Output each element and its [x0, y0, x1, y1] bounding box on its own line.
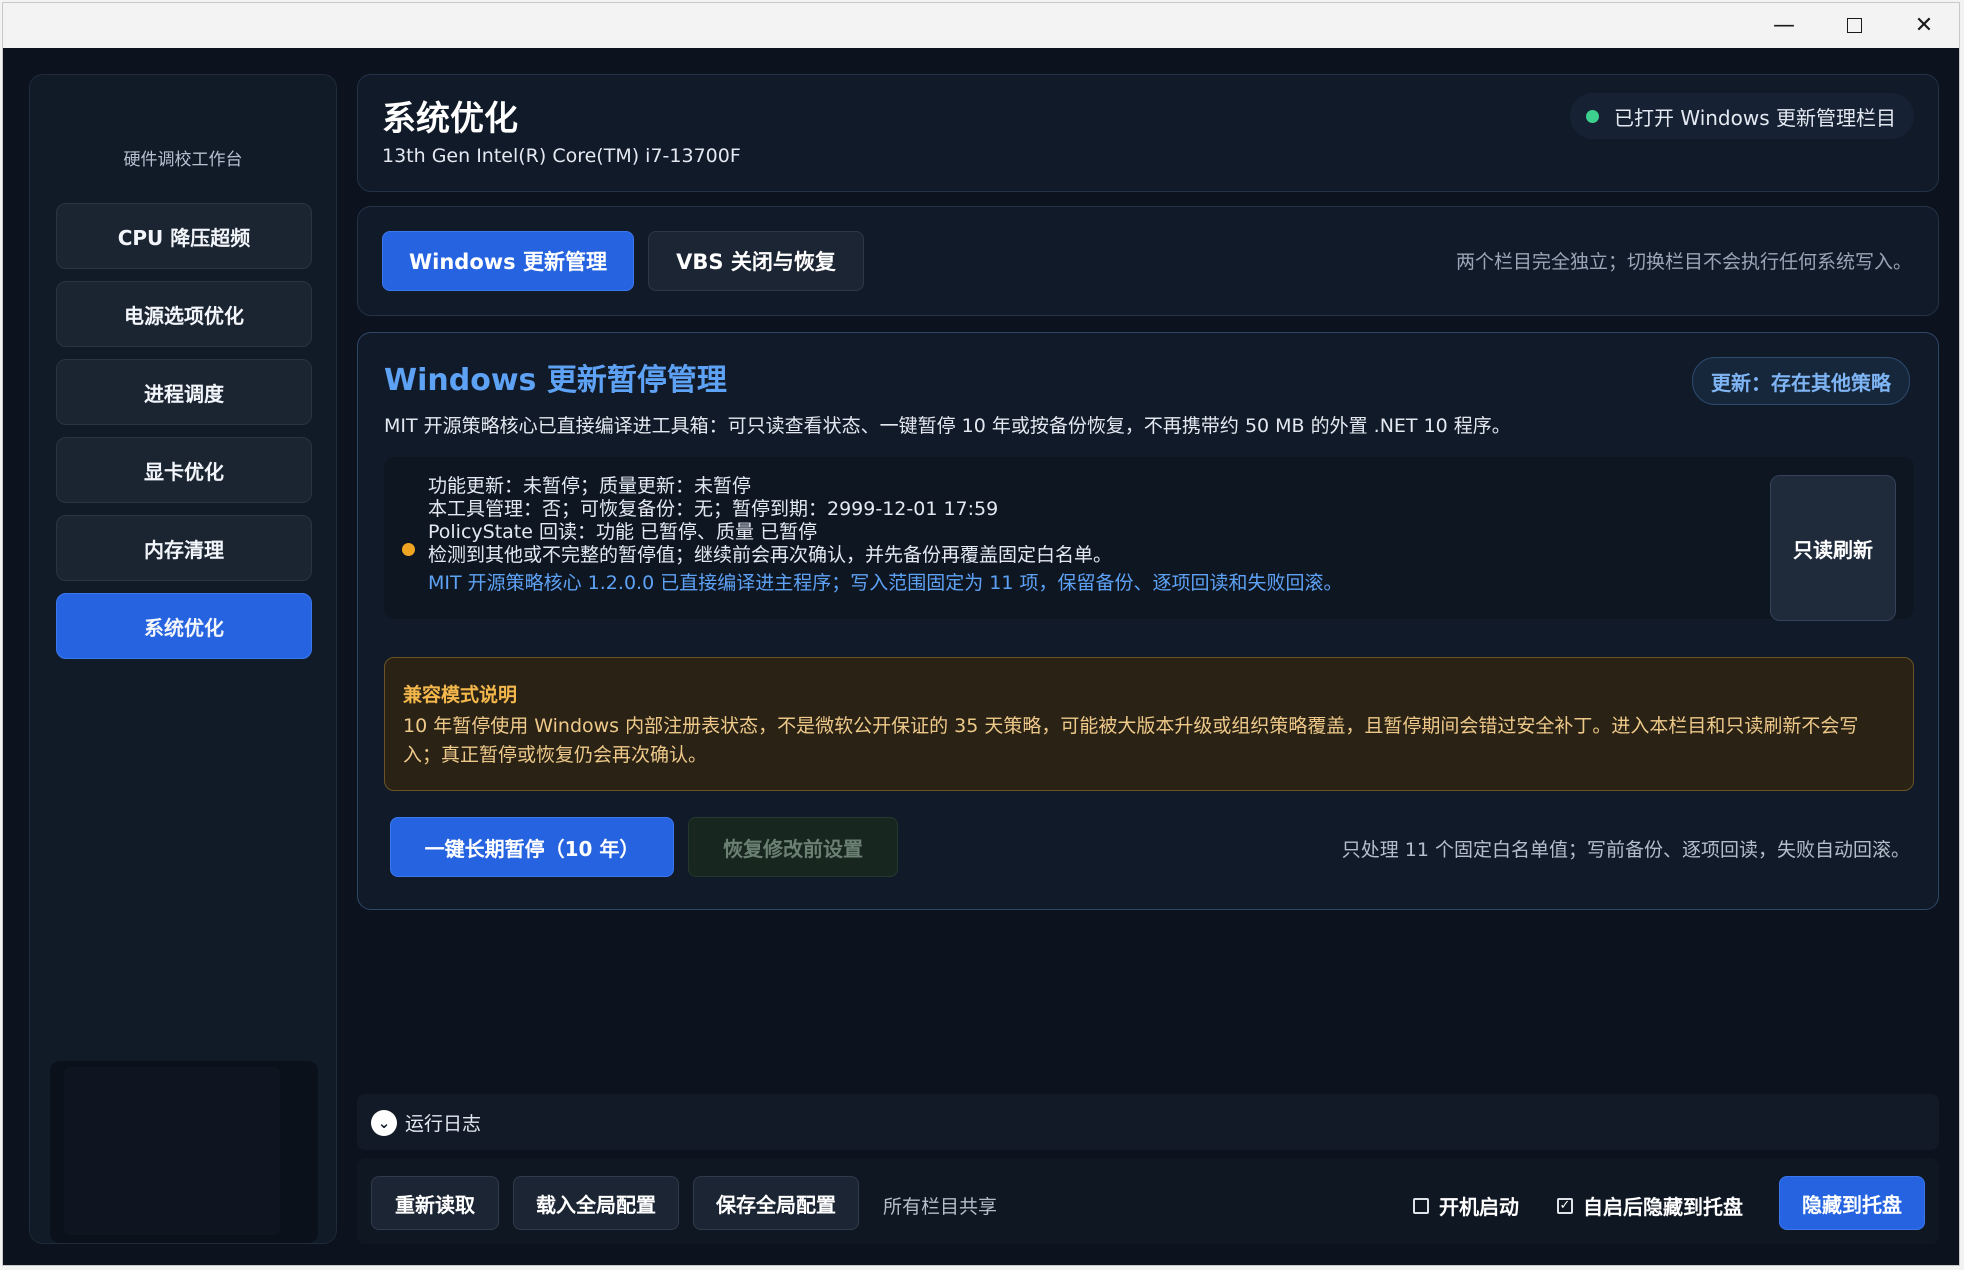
panel-title: Windows 更新暂停管理 [384, 363, 727, 398]
update-panel: Windows 更新暂停管理 MIT 开源策略核心已直接编译进工具箱：可只读查看… [357, 332, 1939, 910]
status-badge: 已打开 Windows 更新管理栏目 [1570, 93, 1914, 139]
log-label: 运行日志 [405, 1113, 482, 1135]
compat-notice: 兼容模式说明 10 年暂停使用 Windows 内部注册表状态，不是微软公开保证… [384, 657, 1914, 791]
app-content: 硬件调校工作台 CPU 降压超频 电源选项优化 进程调度 显卡优化 内存清理 系… [3, 48, 1959, 1265]
status-box: 功能更新：未暂停；质量更新：未暂停 本工具管理：否；可恢复备份：无；暂停到期：2… [384, 457, 1914, 621]
sidebar: 硬件调校工作台 CPU 降压超频 电源选项优化 进程调度 显卡优化 内存清理 系… [29, 74, 337, 1244]
tab-windows-update[interactable]: Windows 更新管理 [382, 231, 634, 291]
panel-description: MIT 开源策略核心已直接编译进工具箱：可只读查看状态、一键暂停 10 年或按备… [384, 415, 1511, 437]
autostart-label: 开机启动 [1439, 1195, 1519, 1219]
reload-button[interactable]: 重新读取 [371, 1176, 499, 1230]
action-note: 只处理 11 个固定白名单值；写前备份、逐项回读，失败自动回滚。 [1341, 839, 1910, 861]
warning-dot-icon [402, 543, 415, 556]
cpu-model: 13th Gen Intel(R) Core(TM) i7-13700F [382, 145, 741, 167]
compat-text: 10 年暂停使用 Windows 内部注册表状态，不是微软公开保证的 35 天策… [403, 715, 1859, 766]
sidebar-info-panel-inner [64, 1067, 280, 1235]
load-config-button[interactable]: 载入全局配置 [513, 1176, 679, 1230]
sidebar-item-memory[interactable]: 内存清理 [56, 515, 312, 581]
checkbox-checked-icon[interactable]: ✓ [1557, 1197, 1573, 1214]
status-text: 已打开 Windows 更新管理栏目 [1614, 105, 1896, 130]
policy-badge: 更新：存在其他策略 [1692, 357, 1910, 405]
title-bar: — ✕ [3, 3, 1959, 48]
footer-bar: 重新读取 载入全局配置 保存全局配置 所有栏目共享 开机启动 ✓ 自启后隐藏到托… [357, 1158, 1939, 1244]
log-toggle[interactable]: ⌄ 运行日志 [357, 1094, 1939, 1150]
header-card: 系统优化 13th Gen Intel(R) Core(TM) i7-13700… [357, 74, 1939, 192]
autostart-checkbox[interactable]: 开机启动 [1413, 1191, 1519, 1220]
app-window: — ✕ 硬件调校工作台 CPU 降压超频 电源选项优化 进程调度 显卡优化 内存… [2, 2, 1960, 1266]
sidebar-item-process[interactable]: 进程调度 [56, 359, 312, 425]
hide-to-tray-checkbox[interactable]: ✓ 自启后隐藏到托盘 [1557, 1191, 1743, 1220]
status-line: 检测到其他或不完整的暂停值；继续前会再次确认，并先备份再覆盖固定白名单。 [428, 544, 1113, 566]
checkbox-unchecked-icon[interactable] [1413, 1197, 1429, 1214]
sidebar-title: 硬件调校工作台 [123, 150, 243, 170]
refresh-button[interactable]: 只读刷新 [1770, 475, 1896, 621]
restore-button[interactable]: 恢复修改前设置 [688, 817, 898, 877]
pause-button[interactable]: 一键长期暂停（10 年） [390, 817, 674, 877]
minimize-icon[interactable]: — [1749, 3, 1819, 48]
tabs-card: Windows 更新管理 VBS 关闭与恢复 两个栏目完全独立；切换栏目不会执行… [357, 206, 1939, 316]
sidebar-item-cpu[interactable]: CPU 降压超频 [56, 203, 312, 269]
save-config-button[interactable]: 保存全局配置 [693, 1176, 859, 1230]
sidebar-item-gpu[interactable]: 显卡优化 [56, 437, 312, 503]
hide-to-tray-label: 自启后隐藏到托盘 [1583, 1195, 1743, 1219]
sidebar-item-system[interactable]: 系统优化 [56, 593, 312, 659]
sidebar-info-panel [50, 1061, 318, 1243]
status-dot-icon [1586, 110, 1599, 123]
page-title: 系统优化 [382, 99, 518, 139]
sidebar-item-power[interactable]: 电源选项优化 [56, 281, 312, 347]
core-info: MIT 开源策略核心 1.2.0.0 已直接编译进主程序；写入范围固定为 11 … [428, 572, 1343, 594]
tab-vbs[interactable]: VBS 关闭与恢复 [648, 231, 864, 291]
chevron-down-icon[interactable]: ⌄ [371, 1110, 397, 1136]
hide-to-tray-button[interactable]: 隐藏到托盘 [1779, 1176, 1925, 1230]
tabs-note: 两个栏目完全独立；切换栏目不会执行任何系统写入。 [1455, 251, 1912, 273]
shared-note: 所有栏目共享 [883, 1196, 998, 1218]
close-icon[interactable]: ✕ [1889, 3, 1959, 48]
maximize-icon[interactable] [1819, 3, 1889, 48]
compat-title: 兼容模式说明 [403, 684, 518, 706]
